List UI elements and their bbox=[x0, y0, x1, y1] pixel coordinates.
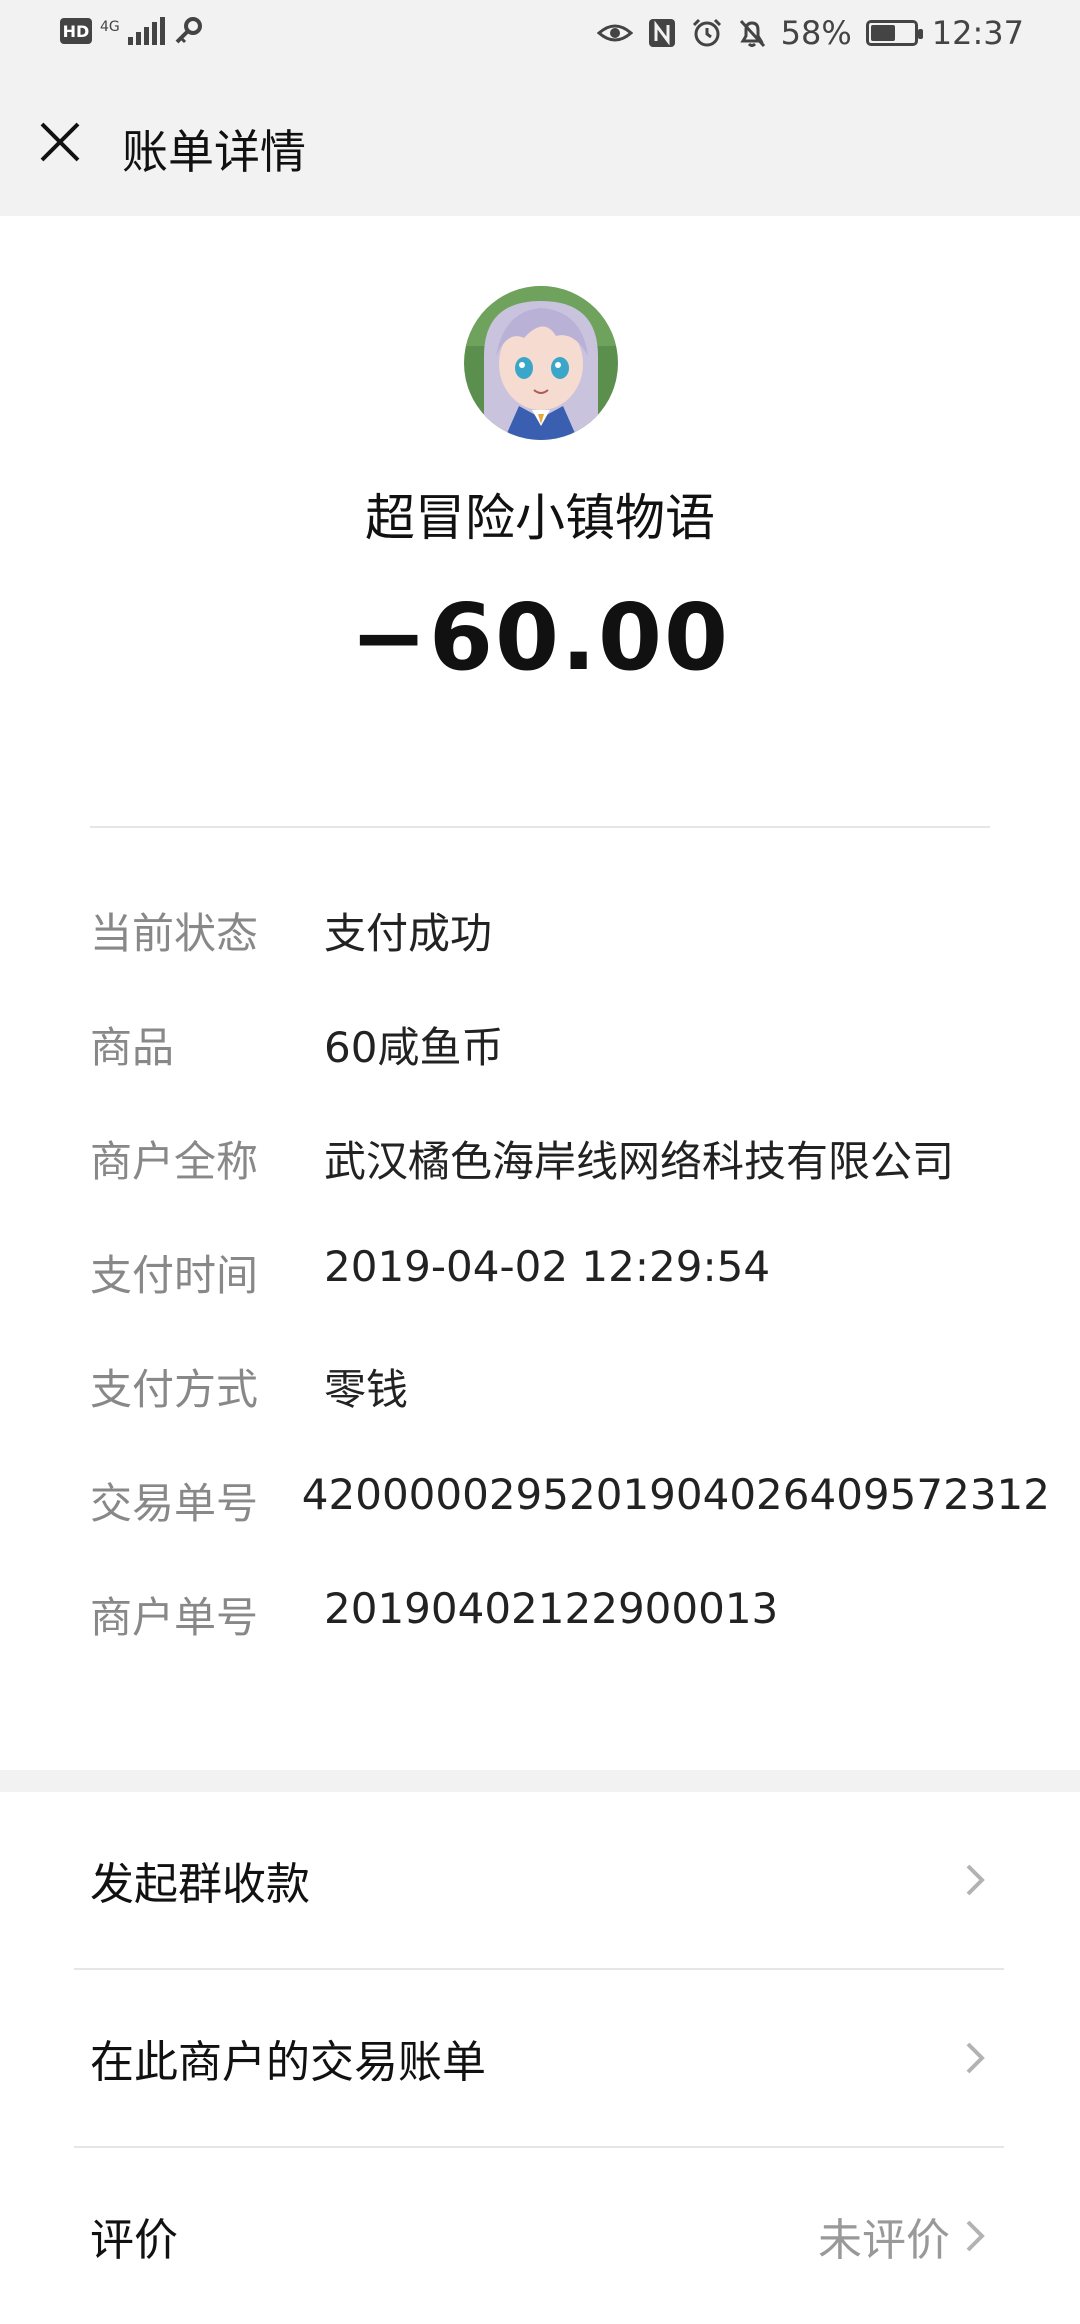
chevron-right-icon bbox=[966, 2220, 985, 2252]
detail-row-pay-time: 支付时间 2019-04-02 12:29:54 bbox=[90, 1242, 1050, 1356]
action-label: 发起群收款 bbox=[90, 1859, 310, 1910]
bell-off-icon bbox=[739, 19, 765, 48]
detail-value: 支付成功 bbox=[324, 909, 493, 958]
key-icon bbox=[175, 17, 202, 44]
status-bar: HD 4G 58% 12:37 bbox=[0, 0, 1080, 72]
divider bbox=[90, 826, 990, 828]
eye-icon bbox=[596, 24, 633, 42]
detail-value: 零钱 bbox=[324, 1365, 409, 1414]
battery-fill bbox=[870, 25, 895, 41]
detail-row-pay-method: 支付方式 零钱 bbox=[90, 1356, 1050, 1470]
detail-value: 武汉橘色海岸线网络科技有限公司 bbox=[324, 1137, 955, 1186]
status-right: 58% 12:37 bbox=[596, 14, 1024, 52]
detail-label: 支付方式 bbox=[90, 1365, 259, 1414]
detail-label: 商户全称 bbox=[90, 1137, 259, 1186]
detail-value[interactable]: 4200000295201904026409572312 bbox=[302, 1470, 1050, 1519]
detail-label: 交易单号 bbox=[90, 1479, 259, 1528]
merchant-avatar bbox=[464, 286, 618, 440]
close-icon[interactable] bbox=[36, 118, 84, 166]
detail-row-status: 当前状态 支付成功 bbox=[90, 900, 1050, 1014]
detail-label: 当前状态 bbox=[90, 909, 259, 958]
page-title: 账单详情 bbox=[122, 125, 306, 179]
detail-label: 商户单号 bbox=[90, 1593, 259, 1642]
bill-details: 当前状态 支付成功 商品 60咸鱼币 商户全称 武汉橘色海岸线网络科技有限公司 … bbox=[90, 900, 1050, 1698]
detail-value: 60咸鱼币 bbox=[324, 1023, 504, 1072]
action-label: 在此商户的交易账单 bbox=[90, 2037, 486, 2088]
payment-amount: −60.00 bbox=[349, 584, 731, 691]
detail-row-transaction-id: 交易单号 4200000295201904026409572312 bbox=[90, 1470, 1050, 1584]
battery-percent: 58% bbox=[780, 14, 852, 52]
detail-row-product: 商品 60咸鱼币 bbox=[90, 1014, 1050, 1128]
merchant-bills-button[interactable]: 在此商户的交易账单 bbox=[0, 1970, 1080, 2146]
detail-row-merchant-order-id: 商户单号 20190402122900013 bbox=[90, 1584, 1050, 1698]
hd-badge: HD bbox=[60, 18, 92, 44]
detail-row-merchant-fullname: 商户全称 武汉橘色海岸线网络科技有限公司 bbox=[90, 1128, 1050, 1242]
rating-status: 未评价 bbox=[818, 2215, 950, 2266]
battery-icon bbox=[865, 20, 923, 46]
network-label: 4G bbox=[100, 19, 120, 35]
avatar-illustration bbox=[464, 286, 618, 440]
detail-value[interactable]: 20190402122900013 bbox=[324, 1584, 778, 1633]
clock: 12:37 bbox=[931, 14, 1024, 52]
signal-icon bbox=[127, 17, 165, 45]
action-label: 评价 bbox=[90, 2215, 178, 2266]
rating-button[interactable]: 评价 未评价 bbox=[0, 2148, 1080, 2324]
section-separator bbox=[0, 1770, 1080, 1792]
status-left: HD 4G bbox=[60, 16, 203, 46]
nfc-icon bbox=[648, 19, 675, 47]
chevron-right-icon bbox=[966, 2042, 985, 2074]
group-collect-button[interactable]: 发起群收款 bbox=[0, 1792, 1080, 1968]
header: 账单详情 bbox=[0, 72, 1080, 216]
chevron-right-icon bbox=[966, 1864, 985, 1896]
detail-label: 商品 bbox=[90, 1023, 175, 1072]
detail-label: 支付时间 bbox=[90, 1251, 259, 1300]
merchant-name: 超冒险小镇物语 bbox=[365, 489, 715, 547]
detail-value: 2019-04-02 12:29:54 bbox=[324, 1242, 771, 1291]
alarm-icon bbox=[692, 18, 721, 47]
